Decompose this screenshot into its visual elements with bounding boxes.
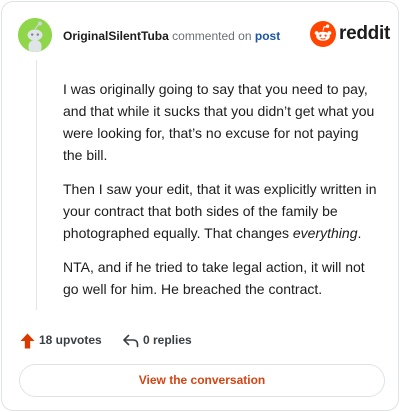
snoo-avatar-icon (18, 18, 52, 52)
view-conversation-button[interactable]: View the conversation (19, 364, 385, 397)
upvote-arrow-icon (20, 333, 35, 349)
reply-arrow-icon (123, 334, 139, 348)
reddit-logo-icon (310, 21, 336, 47)
user-avatar[interactable] (18, 18, 52, 52)
thread-line (36, 60, 37, 310)
reddit-wordmark: reddit (339, 23, 390, 44)
comment-paragraph-2-end: . (357, 225, 362, 241)
commented-on-text: commented on (172, 29, 252, 43)
comment-emphasis: everything (292, 225, 358, 241)
reply-count: 0 replies (143, 333, 192, 347)
comment-embed-card: OriginalSilentTuba commented on post red… (1, 1, 399, 411)
comment-paragraph-3: NTA, and if he tried to take legal actio… (63, 259, 365, 297)
comment-body: I was originally going to say that you n… (63, 78, 379, 312)
comment-paragraph-1: I was originally going to say that you n… (63, 81, 375, 163)
comment-header: OriginalSilentTuba commented on post red… (18, 18, 390, 54)
upvote-count: 18 upvotes (39, 333, 102, 347)
comment-paragraph-2: Then I saw your edit, that it was explic… (63, 178, 379, 244)
comment-meta: OriginalSilentTuba commented on post (63, 28, 280, 44)
username-link[interactable]: OriginalSilentTuba (63, 29, 169, 43)
reddit-brand[interactable]: reddit (310, 21, 390, 49)
post-link[interactable]: post (255, 29, 280, 43)
comment-actions: 18 upvotes 0 replies (20, 331, 380, 351)
